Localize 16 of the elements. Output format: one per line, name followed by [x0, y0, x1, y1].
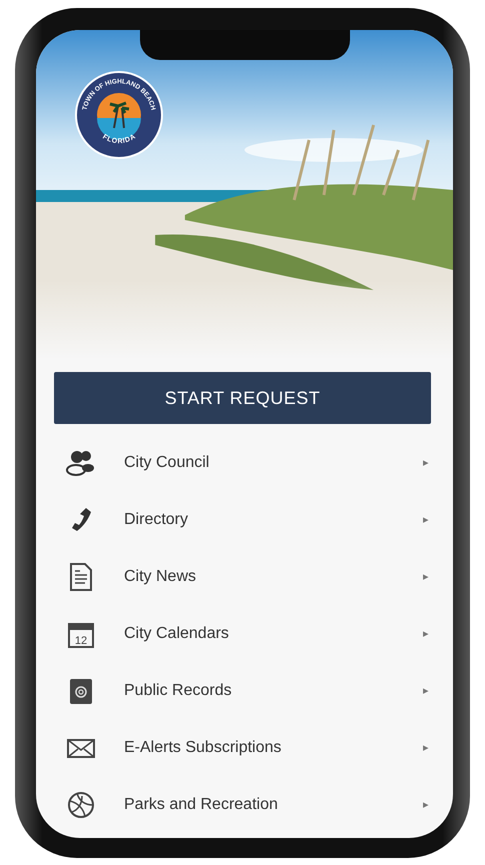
menu-item[interactable]: Parks and Recreation [124, 796, 423, 814]
chevron-icon: ▸ [423, 741, 429, 754]
menu-item[interactable]: Public Records [124, 682, 423, 700]
chevron-icon: ▸ [423, 570, 429, 583]
menu-item[interactable]: City Calendars [124, 624, 423, 642]
chevron-icon: ▸ [423, 684, 429, 697]
ball-icon [66, 790, 96, 820]
chevron-icon: ▸ [423, 513, 429, 526]
chevron-icon: ▸ [423, 456, 429, 469]
menu-item[interactable]: Directory [124, 510, 423, 528]
menu-item[interactable]: E-Alerts Subscriptions [124, 738, 423, 756]
chevron-icon: ▸ [423, 627, 429, 640]
start-request-button[interactable]: START REQUEST [54, 372, 431, 424]
menu-item[interactable]: City News [124, 568, 423, 586]
chevron-icon: ▸ [423, 798, 429, 811]
menu-item[interactable]: City Council [124, 454, 423, 472]
